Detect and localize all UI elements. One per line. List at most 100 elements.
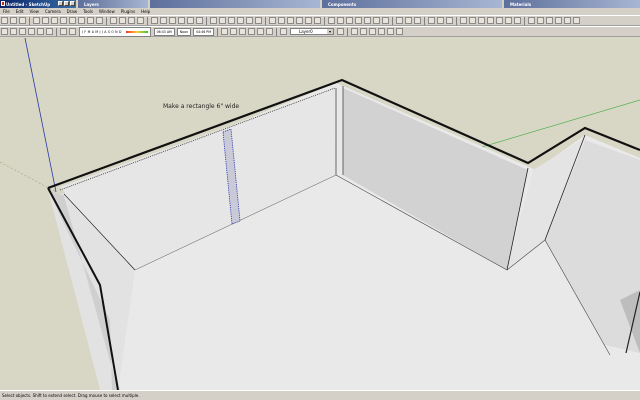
xray-icon[interactable] [460, 17, 467, 24]
close-button[interactable] [70, 1, 75, 6]
previous-view-icon[interactable] [364, 17, 371, 24]
next-view-icon[interactable] [373, 17, 380, 24]
house-icon[interactable] [229, 28, 237, 35]
section-plane-icon[interactable] [428, 17, 435, 24]
zoom-extents-icon[interactable] [382, 17, 389, 24]
redo-icon[interactable] [78, 17, 85, 24]
menu-camera[interactable]: Camera [42, 9, 64, 14]
cut-icon[interactable] [33, 17, 40, 24]
paste-icon[interactable] [51, 17, 58, 24]
drape-icon[interactable] [28, 28, 35, 35]
hidden-line-icon[interactable] [487, 17, 494, 24]
place-model-icon[interactable] [265, 28, 273, 35]
print-icon[interactable] [87, 17, 94, 24]
intersect-icon[interactable] [350, 28, 358, 35]
3d-text-icon[interactable] [314, 17, 321, 24]
monochrome-icon[interactable] [514, 17, 521, 24]
chevron-down-icon[interactable]: ▾ [326, 29, 333, 34]
dimension-icon[interactable] [278, 17, 285, 24]
look-around-icon[interactable] [414, 17, 421, 24]
minimize-button[interactable] [58, 1, 63, 6]
zoom-window-icon[interactable] [355, 17, 362, 24]
trim-icon[interactable] [386, 28, 394, 35]
model-info-icon[interactable] [96, 17, 103, 24]
google-earth-icon[interactable] [247, 28, 255, 35]
shaded-icon[interactable] [496, 17, 503, 24]
right-view-icon[interactable] [555, 17, 562, 24]
components-window-title[interactable]: Components [322, 0, 502, 8]
flip-edge-icon[interactable] [46, 28, 53, 35]
wireframe-icon[interactable] [478, 17, 485, 24]
shadow-date-slider[interactable]: J F M A M J J A S O N D [79, 26, 151, 37]
menu-window[interactable]: Window [96, 9, 118, 14]
front-view-icon[interactable] [546, 17, 553, 24]
eraser-icon[interactable] [137, 17, 144, 24]
menu-plugins[interactable]: Plugins [118, 9, 138, 14]
menu-draw[interactable]: Draw [64, 9, 80, 14]
scale-icon[interactable] [246, 17, 253, 24]
model-viewport[interactable]: Make a rectangle 6" wide [0, 37, 640, 390]
maximize-button[interactable] [64, 1, 69, 6]
freehand-icon[interactable] [196, 17, 203, 24]
untitled-panel-title[interactable] [150, 0, 320, 8]
back-edges-icon[interactable] [469, 17, 476, 24]
menu-view[interactable]: View [26, 9, 42, 14]
layer-select[interactable]: Layer0 ▾ [289, 28, 334, 35]
left-view-icon[interactable] [573, 17, 580, 24]
arc-icon[interactable] [178, 17, 185, 24]
move-icon[interactable] [210, 17, 217, 24]
push-pull-icon[interactable] [219, 17, 226, 24]
model-canvas[interactable]: Make a rectangle 6" wide [0, 37, 640, 390]
tape-measure-icon[interactable] [269, 17, 276, 24]
back-view-icon[interactable] [564, 17, 571, 24]
shaded-textures-icon[interactable] [505, 17, 512, 24]
share-icon[interactable] [238, 28, 246, 35]
shadow-toggle-icon[interactable] [69, 28, 76, 35]
materials-window-title[interactable]: Materials [504, 0, 640, 8]
walk-icon[interactable] [405, 17, 412, 24]
smoove-icon[interactable] [10, 28, 17, 35]
outer-shell-icon[interactable] [359, 28, 367, 35]
menu-tools[interactable]: Tools [80, 9, 96, 14]
component-icon[interactable] [119, 17, 126, 24]
rectangle-icon[interactable] [151, 17, 158, 24]
subtract-icon[interactable] [377, 28, 385, 35]
main-window-title[interactable]: Untitled - SketchUp [0, 0, 76, 8]
new-icon[interactable] [1, 17, 8, 24]
menu-file[interactable]: File [0, 9, 13, 14]
layers-panel-icon[interactable] [336, 28, 344, 35]
layer-manager-icon[interactable] [279, 28, 287, 35]
circle-icon[interactable] [169, 17, 176, 24]
section-cut-icon[interactable] [446, 17, 453, 24]
polygon-icon[interactable] [187, 17, 194, 24]
iso-view-icon[interactable] [528, 17, 535, 24]
walkthrough-icon[interactable] [220, 28, 228, 35]
offset-icon[interactable] [255, 17, 262, 24]
open-icon[interactable] [10, 17, 17, 24]
axes-icon[interactable] [305, 17, 312, 24]
orbit-icon[interactable] [328, 17, 335, 24]
shadow-time-bar[interactable] [125, 30, 148, 33]
save-icon[interactable] [19, 17, 26, 24]
get-models-icon[interactable] [256, 28, 264, 35]
menu-edit[interactable]: Edit [13, 9, 27, 14]
stamp-icon[interactable] [19, 28, 26, 35]
top-view-icon[interactable] [537, 17, 544, 24]
copy-icon[interactable] [42, 17, 49, 24]
sandbox-icon[interactable] [1, 28, 8, 35]
section-display-icon[interactable] [437, 17, 444, 24]
line-icon[interactable] [160, 17, 167, 24]
text-icon[interactable] [296, 17, 303, 24]
pan-icon[interactable] [337, 17, 344, 24]
zoom-icon[interactable] [346, 17, 353, 24]
protractor-icon[interactable] [287, 17, 294, 24]
layers-window-title[interactable]: Layers [78, 0, 148, 8]
union-icon[interactable] [368, 28, 376, 35]
paint-bucket-icon[interactable] [128, 17, 135, 24]
add-detail-icon[interactable] [37, 28, 44, 35]
split-icon[interactable] [395, 28, 403, 35]
position-camera-icon[interactable] [396, 17, 403, 24]
menu-help[interactable]: Help [138, 9, 153, 14]
erase-icon[interactable] [60, 17, 67, 24]
undo-icon[interactable] [69, 17, 76, 24]
